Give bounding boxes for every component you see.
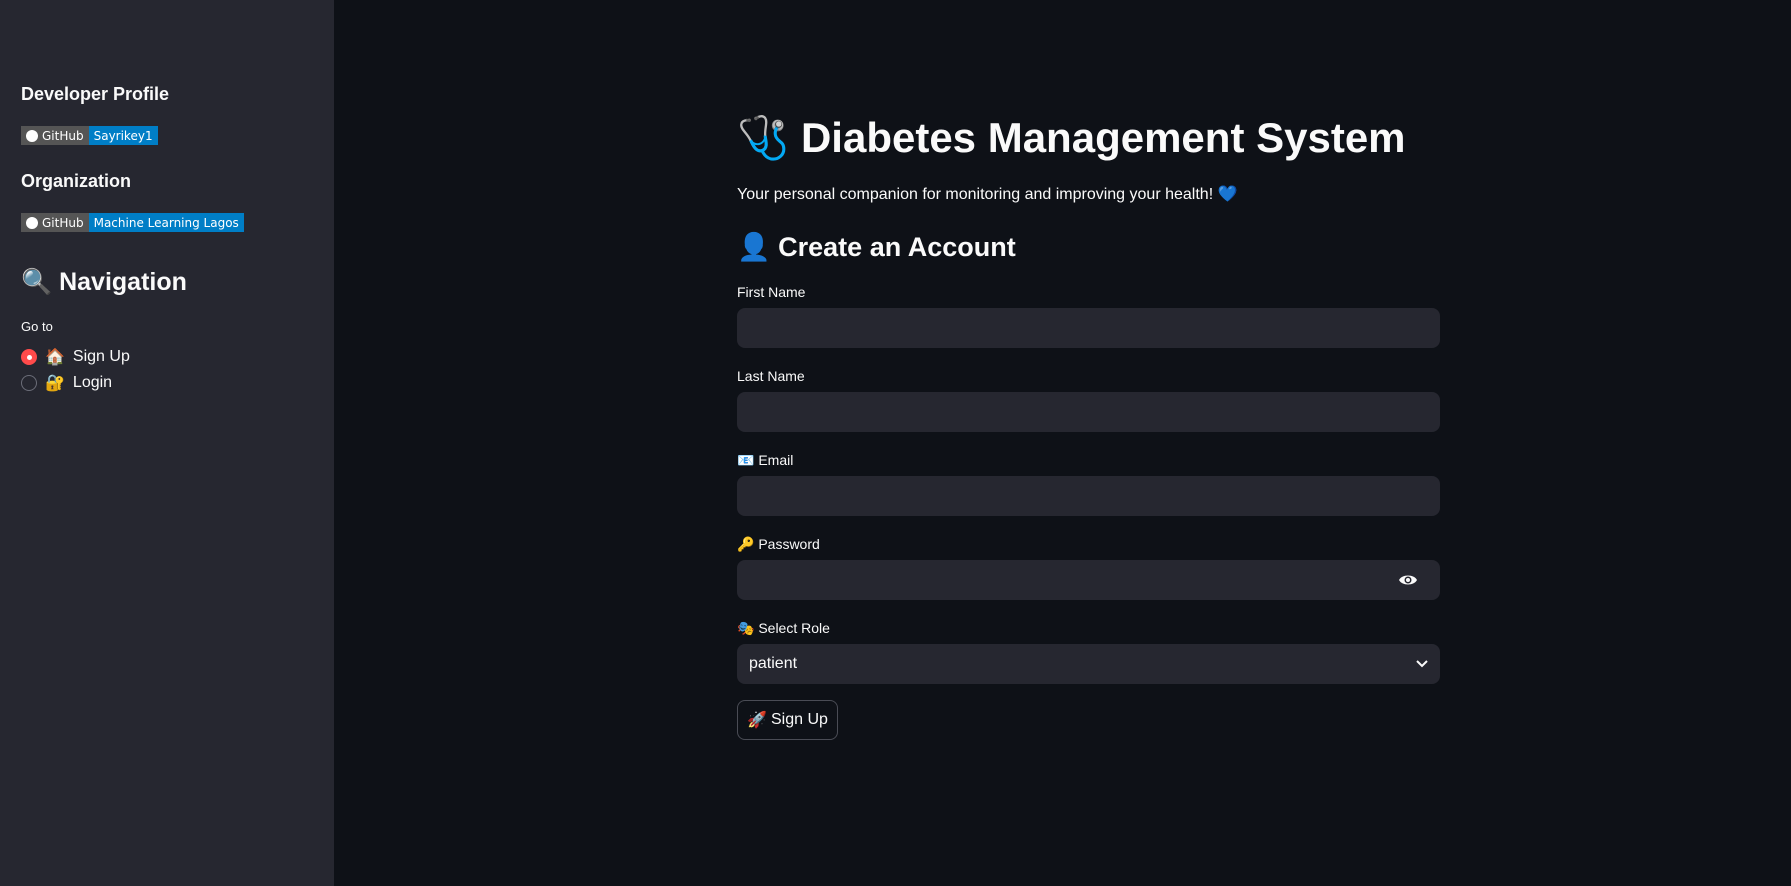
search-icon: 🔍 (21, 268, 53, 296)
page-title: 🩺 Diabetes Management System (737, 114, 1406, 163)
password-input[interactable] (737, 560, 1440, 600)
role-label: 🎭 Select Role (737, 620, 830, 636)
navigation-heading: 🔍 Navigation (21, 268, 187, 297)
sign-up-button[interactable]: 🚀 Sign Up (737, 700, 838, 740)
sidebar: Developer Profile GitHub Sayrikey1 Organ… (0, 0, 334, 886)
lock-key-icon: 🔐 (45, 375, 65, 392)
role-select-value: patient (749, 655, 798, 672)
user-icon: 👤 (737, 232, 771, 262)
first-name-label: First Name (737, 284, 806, 300)
subtitle: Your personal companion for monitoring a… (737, 186, 1238, 203)
last-name-input[interactable] (737, 392, 1440, 432)
github-icon (26, 129, 38, 142)
navigation-heading-text: Navigation (59, 268, 187, 296)
github-badge-developer[interactable]: GitHub Sayrikey1 (21, 126, 158, 145)
radio-unselected-icon (21, 375, 37, 391)
badge-label: GitHub (42, 215, 84, 230)
github-badge-organization[interactable]: GitHub Machine Learning Lagos (21, 213, 244, 232)
form-heading-text: Create an Account (778, 232, 1016, 262)
password-label: 🔑 Password (737, 536, 820, 552)
radio-label: Login (72, 374, 113, 391)
page-title-text: Diabetes Management System (800, 114, 1406, 161)
sign-up-button-label: Sign Up (771, 711, 828, 728)
github-icon (26, 216, 38, 229)
last-name-label: Last Name (737, 368, 805, 384)
badge-value: Sayrikey1 (88, 126, 158, 145)
house-icon: 🏠 (45, 349, 65, 366)
radio-sign-up[interactable]: 🏠 Sign Up (21, 347, 130, 367)
developer-profile-heading: Developer Profile (21, 84, 170, 104)
chevron-down-icon (1416, 660, 1428, 668)
first-name-input[interactable] (737, 308, 1440, 348)
stethoscope-icon: 🩺 (737, 114, 790, 161)
rocket-icon: 🚀 (747, 712, 767, 729)
email-label: 📧 Email (737, 452, 794, 468)
radio-selected-icon (21, 349, 37, 365)
goto-label: Go to (21, 319, 53, 334)
email-input[interactable] (737, 476, 1440, 516)
organization-heading: Organization (21, 171, 132, 191)
radio-login[interactable]: 🔐 Login (21, 373, 112, 393)
form-heading: 👤 Create an Account (737, 231, 1016, 263)
radio-label: Sign Up (72, 348, 130, 365)
badge-label: GitHub (42, 128, 84, 143)
role-select[interactable]: patient (737, 644, 1440, 684)
badge-value: Machine Learning Lagos (88, 213, 244, 232)
eye-icon[interactable] (1398, 572, 1418, 588)
